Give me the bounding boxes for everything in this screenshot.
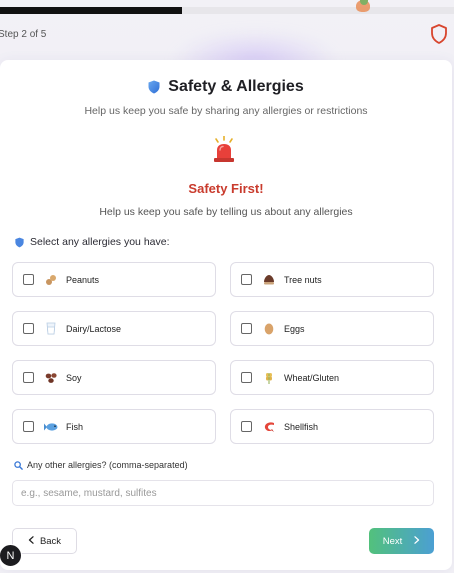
allergy-option-fish[interactable]: Fish: [12, 409, 216, 444]
allergy-option-soy[interactable]: Soy: [12, 360, 216, 395]
allergy-option-shellfish[interactable]: Shellfish: [230, 409, 434, 444]
fish-icon: [44, 420, 58, 434]
shield-icon[interactable]: [430, 24, 448, 44]
other-allergies-input[interactable]: [12, 480, 434, 506]
peanut-icon: [44, 273, 58, 287]
checkbox[interactable]: [23, 372, 34, 383]
next-button[interactable]: Next: [369, 528, 434, 554]
wheat-icon: [262, 371, 276, 385]
progress-fill: [0, 7, 182, 14]
other-allergies-label: Any other allergies? (comma-separated): [14, 460, 188, 470]
page-title: Safety & Allergies: [168, 78, 304, 95]
checkbox[interactable]: [241, 323, 252, 334]
safety-title: Safety First!: [188, 181, 264, 196]
allergy-prompt-text: Select any allergies you have:: [30, 236, 170, 248]
page-subtitle: Help us keep you safe by sharing any all…: [84, 105, 368, 117]
app-badge[interactable]: N: [0, 544, 22, 567]
allergy-option-dairy[interactable]: Dairy/Lactose: [12, 311, 216, 346]
checkbox[interactable]: [23, 274, 34, 285]
checkbox[interactable]: [241, 372, 252, 383]
checkbox[interactable]: [241, 421, 252, 432]
allergy-prompt: Select any allergies you have:: [15, 236, 170, 248]
back-button-label: Back: [39, 535, 62, 547]
shield-icon: [15, 237, 24, 247]
milk-glass-icon: [44, 322, 58, 336]
soybean-icon: [44, 371, 58, 385]
chestnut-icon: [262, 273, 276, 287]
search-icon: [14, 460, 23, 470]
allergy-option-eggs[interactable]: Eggs: [230, 311, 434, 346]
siren-icon: [214, 136, 234, 162]
back-button[interactable]: Back: [12, 528, 77, 554]
shrimp-icon: [262, 420, 276, 434]
allergies-card: Safety & Allergies Help us keep you safe…: [0, 60, 452, 570]
card-header: Safety & Allergies Help us keep you safe…: [0, 78, 452, 117]
checkbox[interactable]: [23, 323, 34, 334]
allergy-option-tree-nuts[interactable]: Tree nuts: [230, 262, 434, 297]
allergy-option-peanuts[interactable]: Peanuts: [12, 262, 216, 297]
allergy-option-wheat[interactable]: Wheat/Gluten: [230, 360, 434, 395]
checkbox[interactable]: [23, 421, 34, 432]
progress-bar: [0, 7, 454, 14]
next-button-label: Next: [382, 535, 403, 547]
safety-description: Help us keep you safe by telling us abou…: [99, 206, 353, 218]
step-indicator: Step 2 of 5: [0, 29, 47, 40]
checkbox[interactable]: [241, 274, 252, 285]
chevron-right-icon: [414, 535, 420, 547]
chevron-left-icon: [28, 535, 34, 547]
egg-icon: [262, 322, 276, 336]
shield-icon: [148, 80, 160, 94]
